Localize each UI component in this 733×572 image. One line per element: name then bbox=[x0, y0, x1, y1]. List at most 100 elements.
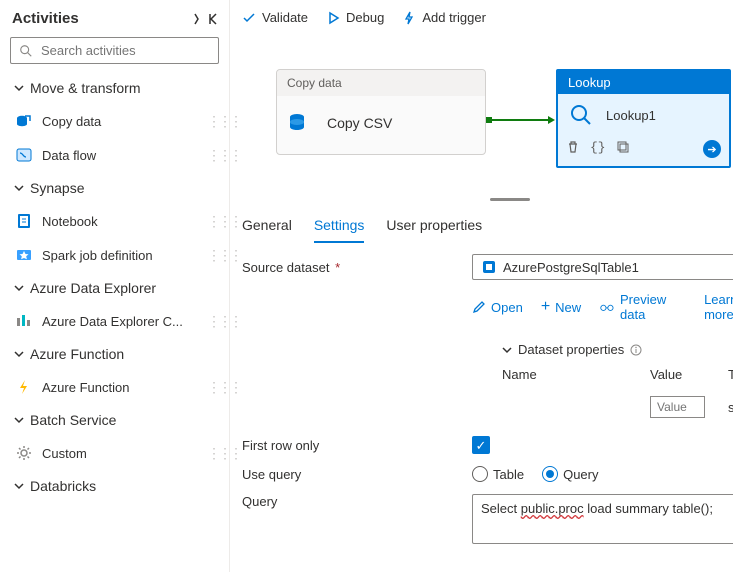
learn-more-link[interactable]: Learn more bbox=[704, 292, 733, 322]
glasses-icon bbox=[599, 301, 615, 313]
copy-icon[interactable] bbox=[616, 140, 630, 154]
drag-handle-icon[interactable]: ⋮⋮⋮ bbox=[207, 147, 221, 164]
query-label: Query bbox=[242, 494, 472, 509]
activity-spark-job[interactable]: Spark job definition ⋮⋮⋮ bbox=[0, 238, 229, 272]
sidebar-title: Activities bbox=[12, 10, 79, 27]
activity-label: Data flow bbox=[42, 148, 96, 163]
section-label: Databricks bbox=[30, 478, 96, 494]
activity-azure-function[interactable]: Azure Function ⋮⋮⋮ bbox=[0, 370, 229, 404]
query-textarea[interactable]: Select public.proc load summary table(); bbox=[472, 494, 733, 544]
collapse-icon[interactable] bbox=[192, 12, 219, 26]
radio-query[interactable]: Query bbox=[542, 466, 598, 482]
activity-data-flow[interactable]: Data flow ⋮⋮⋮ bbox=[0, 138, 229, 172]
activity-custom[interactable]: Custom ⋮⋮⋮ bbox=[0, 436, 229, 470]
dataset-properties-header[interactable]: Dataset properties bbox=[502, 342, 733, 357]
section-batch-service[interactable]: Batch Service bbox=[0, 404, 229, 436]
drag-handle-icon[interactable]: ⋮⋮⋮ bbox=[207, 213, 221, 230]
info-icon[interactable] bbox=[630, 344, 642, 356]
node-lookup[interactable]: Lookup Lookup1 {} ➔ bbox=[556, 69, 731, 168]
dataset-properties-label: Dataset properties bbox=[518, 342, 624, 357]
section-synapse[interactable]: Synapse bbox=[0, 172, 229, 204]
property-tabs: General Settings User properties bbox=[230, 209, 733, 244]
row-query: Query Select public.proc load summary ta… bbox=[242, 494, 733, 544]
source-dataset-dropdown[interactable]: AzurePostgreSqlTable1 ⌄ bbox=[472, 254, 733, 280]
section-azure-function[interactable]: Azure Function bbox=[0, 338, 229, 370]
settings-form: Source dataset * AzurePostgreSqlTable1 ⌄… bbox=[230, 244, 733, 568]
code-icon[interactable]: {} bbox=[590, 140, 606, 158]
new-link[interactable]: + New bbox=[541, 299, 581, 315]
bolt-icon bbox=[402, 11, 416, 25]
section-label: Move & transform bbox=[30, 80, 140, 96]
tab-settings[interactable]: Settings bbox=[314, 209, 365, 243]
activity-label: Custom bbox=[42, 446, 87, 461]
toolbar-label: Add trigger bbox=[422, 10, 486, 25]
sidebar-header: Activities bbox=[0, 4, 229, 31]
search-activities-input[interactable] bbox=[10, 37, 219, 64]
row-first-row-only: First row only ✓ bbox=[242, 436, 733, 454]
debug-button[interactable]: Debug bbox=[326, 10, 384, 25]
play-icon bbox=[326, 11, 340, 25]
validate-button[interactable]: Validate bbox=[242, 10, 308, 25]
notebook-icon bbox=[14, 211, 34, 231]
first-row-only-checkbox[interactable]: ✓ bbox=[472, 436, 490, 454]
drag-handle-icon[interactable]: ⋮⋮⋮ bbox=[207, 113, 221, 130]
drag-handle-icon[interactable]: ⋮⋮⋮ bbox=[207, 313, 221, 330]
chevron-down-icon bbox=[14, 83, 24, 93]
source-dataset-label: Source dataset * bbox=[242, 260, 472, 275]
type-value: string bbox=[728, 400, 733, 415]
value-input[interactable] bbox=[650, 396, 705, 418]
row-source-dataset: Source dataset * AzurePostgreSqlTable1 ⌄ bbox=[242, 254, 733, 280]
use-query-label: Use query bbox=[242, 467, 472, 482]
plus-icon: + bbox=[541, 299, 550, 315]
adx-icon bbox=[14, 311, 34, 331]
section-label: Azure Function bbox=[30, 346, 124, 362]
dropdown-value: AzurePostgreSqlTable1 bbox=[503, 260, 639, 275]
resize-handle[interactable] bbox=[490, 198, 530, 201]
tab-general[interactable]: General bbox=[242, 209, 292, 243]
open-link[interactable]: Open bbox=[472, 300, 523, 315]
preview-data-link[interactable]: Preview data bbox=[599, 292, 686, 322]
add-trigger-button[interactable]: Add trigger bbox=[402, 10, 486, 25]
activity-label: Notebook bbox=[42, 214, 98, 229]
section-label: Azure Data Explorer bbox=[30, 280, 156, 296]
main-panel: Validate Debug Add trigger { } ⌣ Copy da… bbox=[230, 0, 733, 572]
pipeline-canvas[interactable]: ⌣ Copy data Copy CSV Lookup Lookup1 {} bbox=[230, 35, 733, 205]
node-header: Lookup bbox=[558, 71, 729, 94]
node-actions: {} ➔ bbox=[558, 136, 729, 166]
activity-notebook[interactable]: Notebook ⋮⋮⋮ bbox=[0, 204, 229, 238]
drag-handle-icon[interactable]: ⋮⋮⋮ bbox=[207, 379, 221, 396]
activities-sidebar: Activities Move & transform Copy data ⋮⋮… bbox=[0, 0, 230, 572]
section-databricks[interactable]: Databricks bbox=[0, 470, 229, 502]
chevron-down-icon bbox=[14, 183, 24, 193]
function-icon bbox=[14, 377, 34, 397]
node-copy-csv[interactable]: Copy data Copy CSV bbox=[276, 69, 486, 155]
section-move-transform[interactable]: Move & transform bbox=[0, 72, 229, 104]
radio-label: Query bbox=[563, 467, 598, 482]
row-use-query: Use query Table Query bbox=[242, 466, 733, 482]
activity-copy-data[interactable]: Copy data ⋮⋮⋮ bbox=[0, 104, 229, 138]
activity-adx-command[interactable]: Azure Data Explorer C... ⋮⋮⋮ bbox=[0, 304, 229, 338]
search-activities-field[interactable] bbox=[39, 42, 219, 59]
search-icon bbox=[568, 102, 594, 128]
radio-table[interactable]: Table bbox=[472, 466, 524, 482]
copy-data-icon bbox=[14, 111, 34, 131]
node-header: Copy data bbox=[277, 70, 485, 96]
use-query-radio-group: Table Query bbox=[472, 466, 598, 482]
section-adx[interactable]: Azure Data Explorer bbox=[0, 272, 229, 304]
section-label: Batch Service bbox=[30, 412, 116, 428]
delete-icon[interactable] bbox=[566, 140, 580, 154]
chevron-down-icon bbox=[14, 481, 24, 491]
col-type: Type bbox=[728, 367, 733, 382]
chevron-down-icon bbox=[14, 415, 24, 425]
activity-label: Azure Function bbox=[42, 380, 129, 395]
drag-handle-icon[interactable]: ⋮⋮⋮ bbox=[207, 445, 221, 462]
run-button[interactable]: ➔ bbox=[703, 140, 721, 158]
node-body: Copy CSV bbox=[277, 96, 485, 154]
drag-handle-icon[interactable]: ⋮⋮⋮ bbox=[207, 247, 221, 264]
toolbar: Validate Debug Add trigger { } bbox=[230, 0, 733, 35]
pencil-icon bbox=[472, 300, 486, 314]
dataset-properties: Dataset properties Name Value Type strin… bbox=[502, 342, 733, 418]
data-flow-icon bbox=[14, 145, 34, 165]
dataset-action-links: Open + New Preview data Learn more bbox=[472, 292, 733, 322]
tab-user-properties[interactable]: User properties bbox=[386, 209, 482, 243]
